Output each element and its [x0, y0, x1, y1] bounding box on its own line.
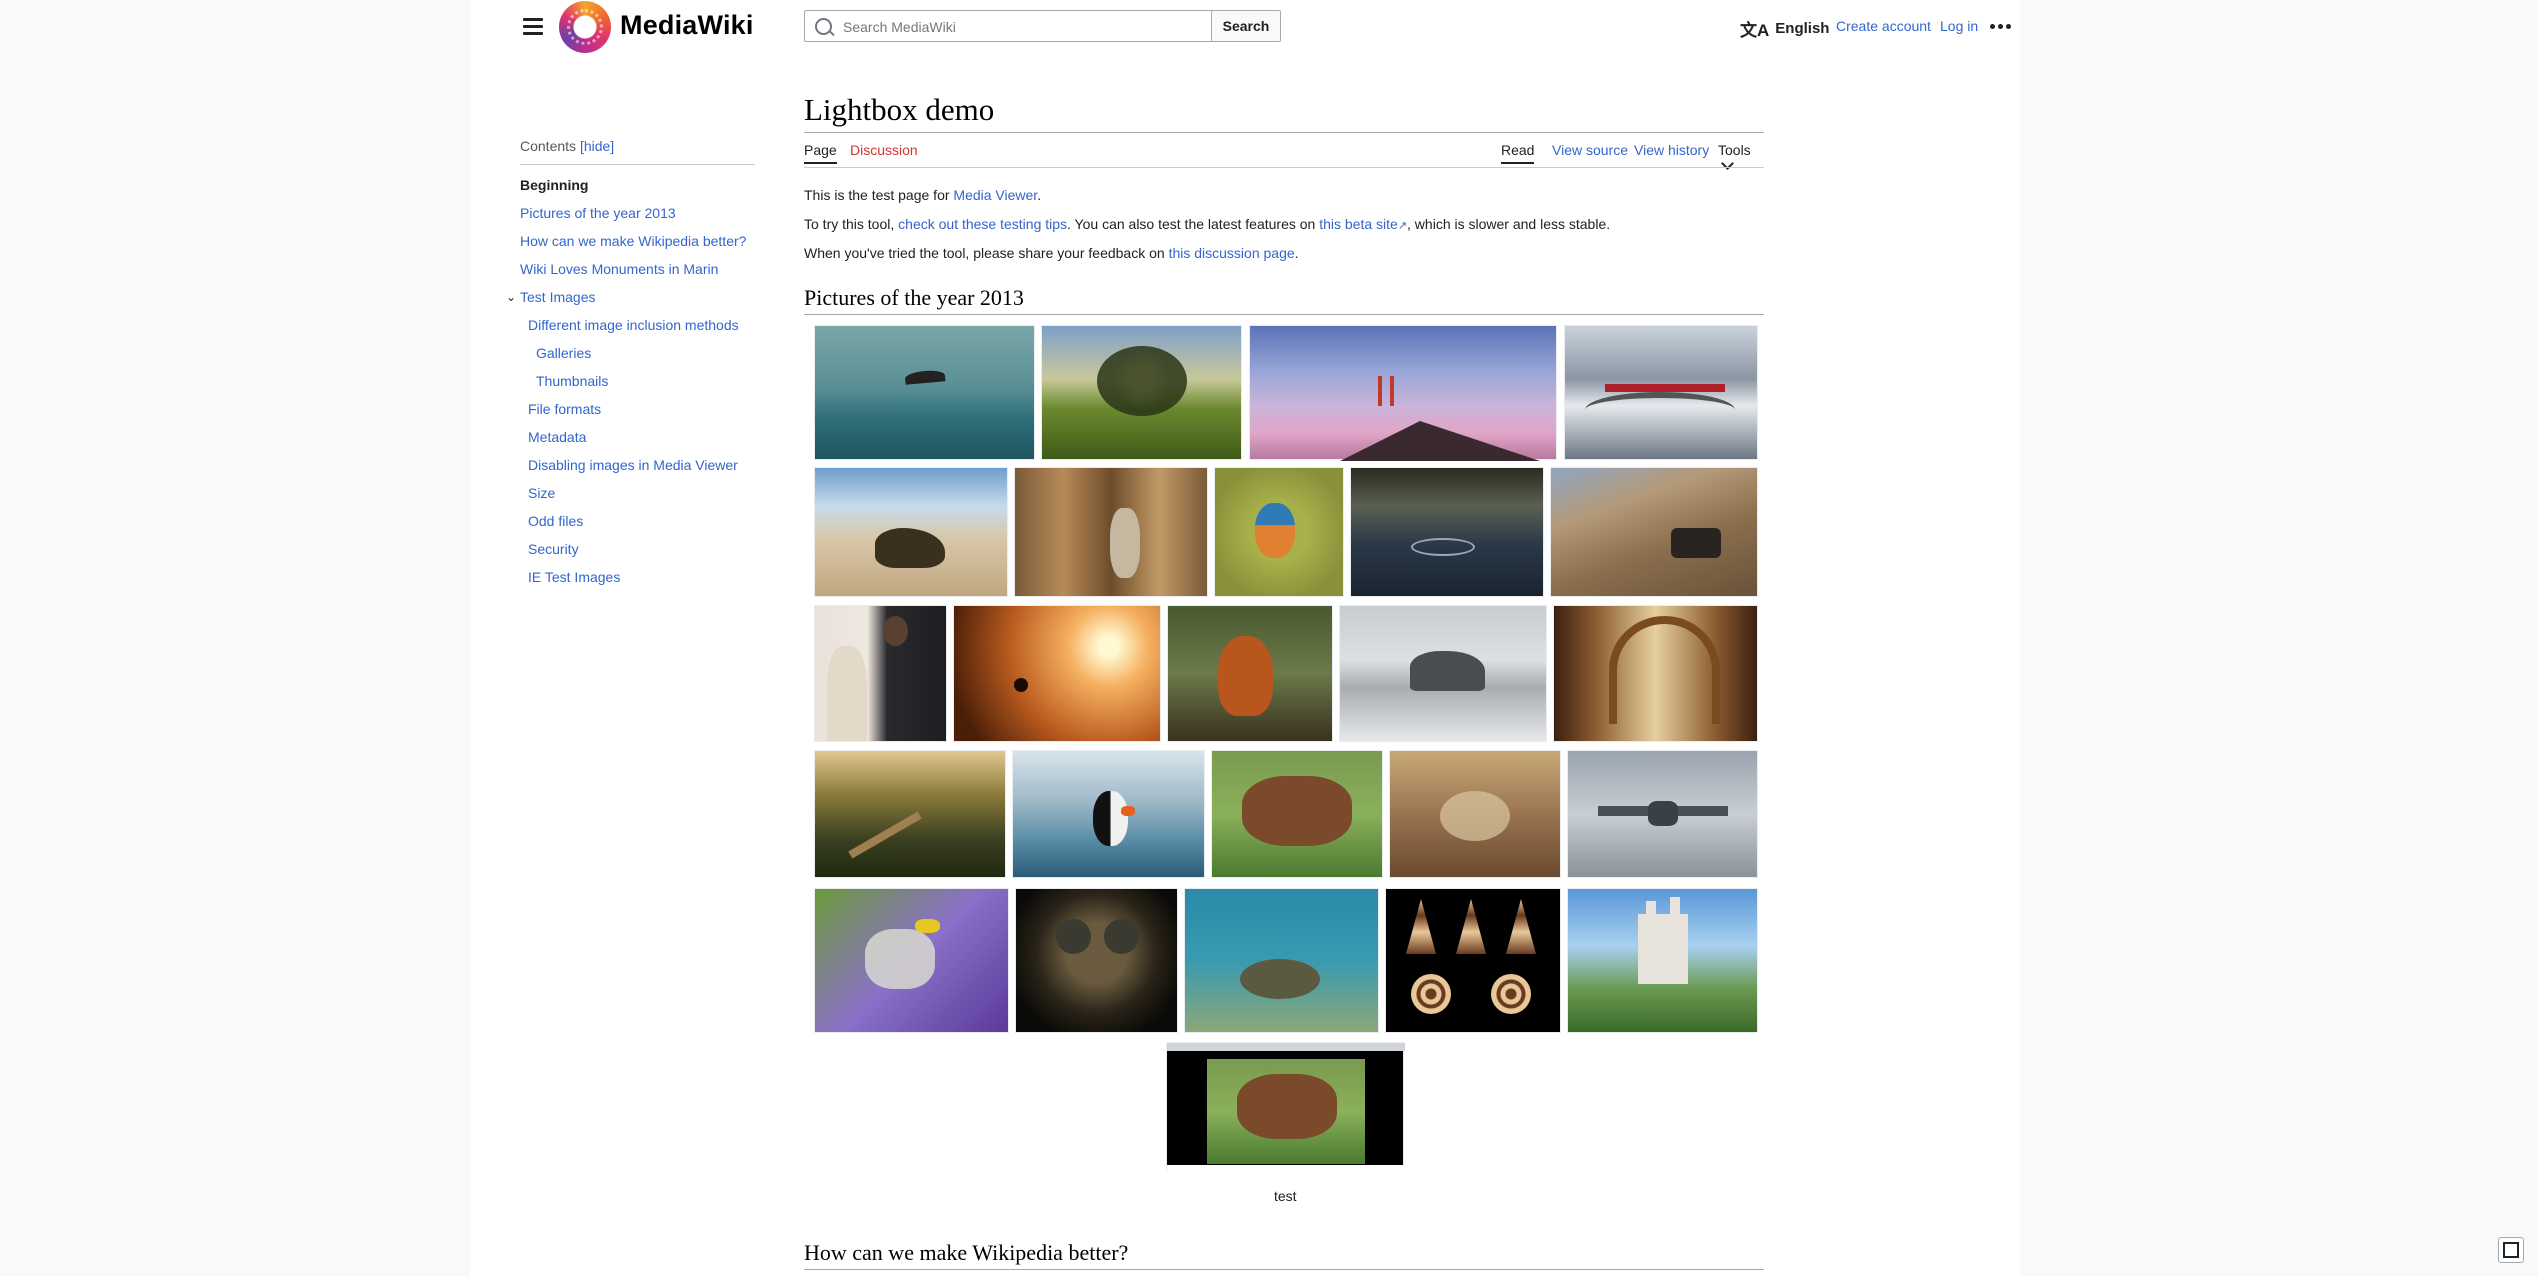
gallery-image[interactable] [814, 750, 1006, 878]
gallery-image[interactable] [1385, 888, 1561, 1033]
toc-title: Contents [hide] [520, 138, 615, 154]
media-viewer-link[interactable]: Media Viewer [953, 187, 1037, 203]
toc-item-security[interactable]: Security [520, 535, 760, 563]
toc-item-ie-test-images[interactable]: IE Test Images [520, 563, 760, 591]
search-button[interactable]: Search [1211, 10, 1281, 42]
external-link-icon: ↗ [1397, 220, 1408, 232]
toc-divider [520, 164, 755, 165]
toc-item-galleries[interactable]: Galleries [520, 339, 760, 367]
toc-item-pictures[interactable]: Pictures of the year 2013 [520, 199, 760, 227]
toc-item-inclusion-methods[interactable]: Different image inclusion methods [520, 311, 760, 339]
toc-item-wikipedia-better[interactable]: How can we make Wikipedia better? [520, 227, 760, 255]
beta-site-link[interactable]: this beta site↗ [1319, 216, 1407, 232]
tab-view-source[interactable]: View source [1552, 142, 1628, 158]
gallery-image[interactable] [1553, 605, 1758, 742]
tab-view-history[interactable]: View history [1634, 142, 1709, 158]
gallery-image[interactable] [1249, 325, 1557, 461]
gallery-image[interactable] [1214, 467, 1344, 597]
toc-item-disabling-images[interactable]: Disabling images in Media Viewer [520, 451, 760, 479]
gallery-image[interactable] [814, 888, 1009, 1033]
tabs-divider [804, 167, 1764, 168]
toc-item-size[interactable]: Size [520, 479, 760, 507]
chevron-down-icon[interactable]: ⌄ [506, 283, 516, 311]
gallery-image-test[interactable] [1166, 1042, 1405, 1173]
language-label: English [1775, 20, 1830, 37]
gallery-image[interactable] [1167, 605, 1333, 742]
gallery-image[interactable] [1567, 888, 1758, 1033]
mediawiki-logo[interactable] [559, 1, 611, 53]
log-in-link[interactable]: Log in [1940, 18, 1978, 34]
gallery-image[interactable] [814, 467, 1008, 597]
toc-item-beginning[interactable]: Beginning [520, 171, 760, 199]
gallery-image[interactable] [1012, 750, 1205, 878]
gallery-image[interactable] [1015, 888, 1178, 1033]
language-button[interactable]: 文A English [1740, 16, 1829, 41]
toc-item-test-images[interactable]: ⌄ Test Images [506, 283, 760, 311]
table-of-contents: Contents [hide] Beginning Pictures of th… [506, 138, 760, 591]
more-icon[interactable] [1990, 16, 2016, 36]
gallery-image[interactable] [1041, 325, 1242, 460]
tab-tools[interactable]: Tools [1718, 142, 1764, 174]
section-heading-wikipedia-better: How can we make Wikipedia better? [804, 1240, 1129, 1265]
page-container: MediaWiki Search 文A English Create accou… [470, 0, 2020, 1276]
intro-paragraph-2: To try this tool, check out these testin… [804, 216, 1611, 232]
search-input[interactable] [841, 11, 1205, 43]
gallery-image[interactable] [1184, 888, 1379, 1033]
page-title: Lightbox demo [804, 92, 995, 127]
toc-hide-link[interactable]: [hide] [580, 138, 614, 154]
section-divider [804, 1269, 1764, 1270]
tab-page[interactable]: Page [804, 142, 837, 164]
gallery-image[interactable] [1339, 605, 1547, 742]
search-icon [815, 18, 832, 35]
gallery-image[interactable] [814, 325, 1035, 460]
title-divider [804, 132, 1764, 133]
gallery-image[interactable] [1350, 467, 1544, 597]
section-divider [804, 314, 1764, 315]
gallery-caption: test [1274, 1188, 1297, 1204]
search-box[interactable] [804, 10, 1212, 43]
intro-paragraph-1: This is the test page for Media Viewer. [804, 187, 1042, 203]
fullscreen-icon[interactable] [2498, 1237, 2524, 1263]
language-icon: 文A [1740, 21, 1770, 40]
create-account-link[interactable]: Create account [1836, 18, 1931, 34]
toc-item-metadata[interactable]: Metadata [520, 423, 760, 451]
testing-tips-link[interactable]: check out these testing tips [898, 216, 1067, 232]
discussion-page-link[interactable]: this discussion page [1169, 245, 1295, 261]
gallery-image[interactable] [1389, 750, 1561, 878]
gallery-image[interactable] [953, 605, 1161, 742]
gallery-image[interactable] [1567, 750, 1758, 878]
intro-paragraph-3: When you've tried the tool, please share… [804, 245, 1299, 261]
gallery-image[interactable] [1211, 750, 1383, 878]
toc-item-odd-files[interactable]: Odd files [520, 507, 760, 535]
toc-item-file-formats[interactable]: File formats [520, 395, 760, 423]
tab-discussion[interactable]: Discussion [850, 142, 918, 158]
gallery-image[interactable] [1014, 467, 1208, 597]
toc-item-thumbnails[interactable]: Thumbnails [520, 367, 760, 395]
page-tabs: Page Discussion Read View source View hi… [804, 142, 1764, 170]
menu-icon[interactable] [520, 14, 546, 40]
tab-read[interactable]: Read [1501, 142, 1535, 164]
gallery-image[interactable] [814, 605, 947, 742]
logo-text[interactable]: MediaWiki [620, 10, 754, 41]
toc-item-wiki-loves-monuments[interactable]: Wiki Loves Monuments in Marin [520, 255, 760, 283]
gallery-image[interactable] [1564, 325, 1758, 460]
section-heading-pictures: Pictures of the year 2013 [804, 285, 1024, 310]
gallery-image[interactable] [1550, 467, 1758, 597]
